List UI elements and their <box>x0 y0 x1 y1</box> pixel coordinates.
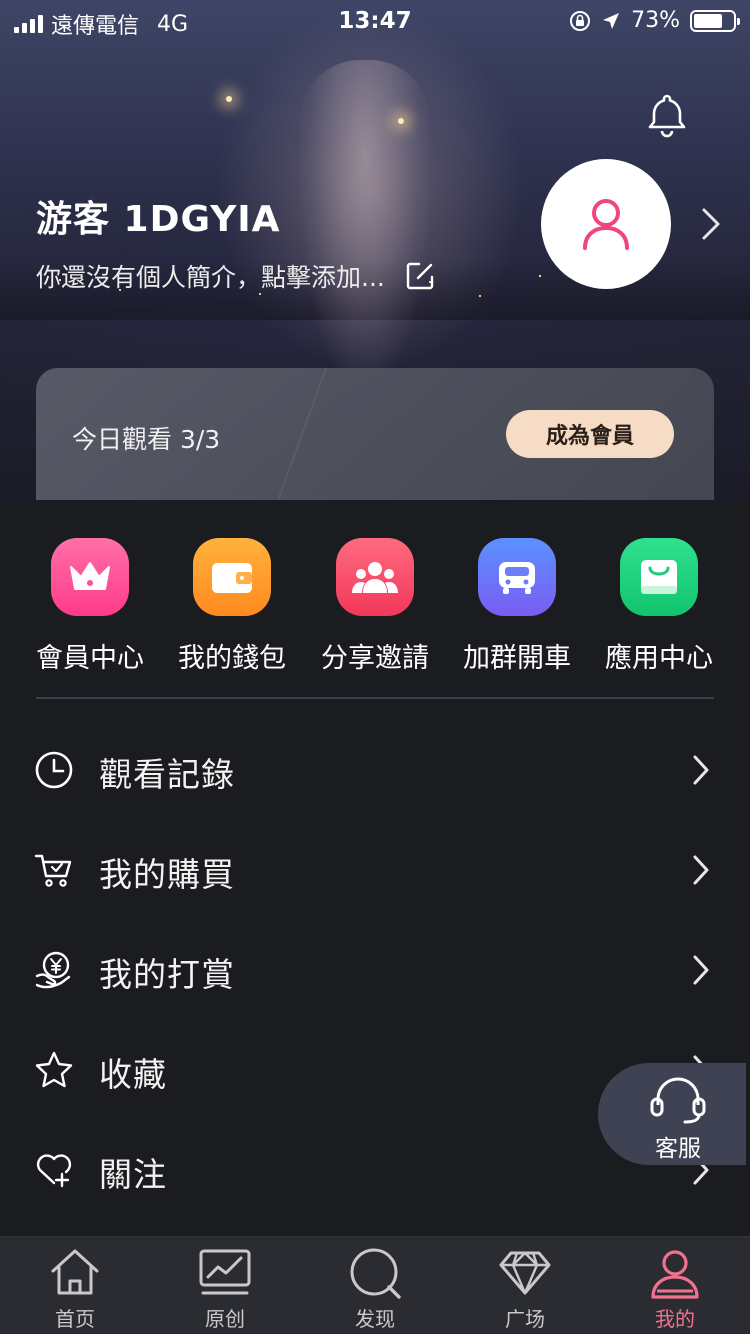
diamond-icon <box>499 1251 551 1295</box>
star-icon <box>35 1051 73 1088</box>
tab-label: 广场 <box>505 1307 545 1331</box>
profile-icon <box>651 1250 699 1299</box>
edit-icon[interactable] <box>405 261 435 291</box>
quick-action-label: 加群開車 <box>463 643 571 674</box>
username[interactable]: 游客 1DGYIA <box>36 190 281 242</box>
quick-action-join-group[interactable]: 加群開車 <box>446 538 588 675</box>
menu-item-label: 關注 <box>99 1155 167 1194</box>
tab-label: 我的 <box>655 1307 695 1331</box>
menu-item-my-purchases[interactable]: 我的購買 <box>0 820 750 920</box>
tab-label: 首页 <box>55 1307 95 1331</box>
background-sparkle <box>226 96 232 102</box>
background-sparkle <box>398 118 404 124</box>
tab-label: 原创 <box>205 1307 245 1331</box>
section-divider <box>36 697 714 699</box>
chevron-right-icon <box>693 955 709 985</box>
bag-icon-tile[interactable] <box>620 538 698 616</box>
customer-service-label: 客服 <box>655 1136 701 1162</box>
bio-text: 你還沒有個人簡介，點擊添加... <box>36 263 385 292</box>
watch-quota-text: 今日觀看 3/3 <box>72 425 221 454</box>
avatar[interactable] <box>541 159 671 289</box>
quick-action-app-center[interactable]: 應用中心 <box>588 538 730 675</box>
discover-icon <box>350 1248 401 1299</box>
customer-service-button[interactable]: 客服 <box>598 1063 746 1165</box>
clock-icon <box>35 751 73 789</box>
bag-icon <box>641 560 677 594</box>
background-photo-figure <box>300 60 430 380</box>
status-right: 73% <box>569 8 740 33</box>
yen-hand-icon <box>35 951 71 989</box>
home-icon <box>51 1249 99 1295</box>
quick-action-label: 我的錢包 <box>178 643 286 674</box>
status-bar: 遠傳電信 4G 13:47 73% <box>0 0 750 40</box>
quick-action-member-center[interactable]: 會員中心 <box>19 538 161 675</box>
crown-icon <box>70 562 110 590</box>
battery-percent: 73% <box>631 8 680 33</box>
become-member-button[interactable]: 成為會員 <box>506 410 674 458</box>
car-icon <box>499 562 535 594</box>
menu-item-label: 收藏 <box>99 1055 167 1094</box>
quick-action-share-invite[interactable]: 分享邀請 <box>304 538 446 675</box>
tab-home[interactable]: 首页 <box>0 1237 150 1334</box>
tab-plaza[interactable]: 广场 <box>450 1237 600 1334</box>
quick-actions: 會員中心 我的錢包 分享邀請 加群開車 應用中心 <box>0 538 750 678</box>
menu-item-watch-history[interactable]: 觀看記錄 <box>0 720 750 820</box>
membership-card: 今日觀看 3/3 成為會員 <box>36 368 714 500</box>
location-arrow-icon <box>603 12 620 29</box>
chevron-right-icon <box>693 855 709 885</box>
menu-item-label: 我的打賞 <box>99 955 235 994</box>
crown-icon-tile[interactable] <box>51 538 129 616</box>
battery-icon <box>690 9 740 32</box>
profile-chevron-right-icon[interactable] <box>696 204 726 244</box>
cart-icon <box>34 854 72 887</box>
menu-item-label: 觀看記錄 <box>99 755 235 794</box>
quick-action-label: 應用中心 <box>605 643 713 674</box>
chart-icon <box>199 1249 251 1295</box>
wallet-icon <box>212 563 252 593</box>
quick-action-label: 分享邀請 <box>321 643 429 674</box>
bio-row[interactable]: 你還沒有個人簡介，點擊添加... <box>36 258 435 294</box>
quick-action-label: 會員中心 <box>36 643 144 674</box>
menu-item-label: 我的購買 <box>99 855 235 894</box>
headset-icon <box>650 1077 706 1124</box>
wallet-icon-tile[interactable] <box>193 538 271 616</box>
chevron-right-icon <box>693 755 709 785</box>
tab-mine[interactable]: 我的 <box>600 1237 750 1334</box>
tab-discover[interactable]: 发现 <box>300 1237 450 1334</box>
car-icon-tile[interactable] <box>478 538 556 616</box>
rotation-lock-icon <box>570 10 591 31</box>
notification-bell-icon[interactable] <box>642 90 692 140</box>
quick-action-wallet[interactable]: 我的錢包 <box>161 538 303 675</box>
group-icon <box>352 562 398 593</box>
user-icon <box>583 199 629 250</box>
tab-original[interactable]: 原创 <box>150 1237 300 1334</box>
group-icon-tile[interactable] <box>336 538 414 616</box>
tab-label: 发现 <box>355 1307 395 1331</box>
battery-level <box>694 13 722 28</box>
bottom-tab-bar: 首页 原创 发现 广场 我的 <box>0 1236 750 1334</box>
heart-plus-icon <box>36 1154 72 1188</box>
menu-item-my-tips[interactable]: 我的打賞 <box>0 920 750 1020</box>
